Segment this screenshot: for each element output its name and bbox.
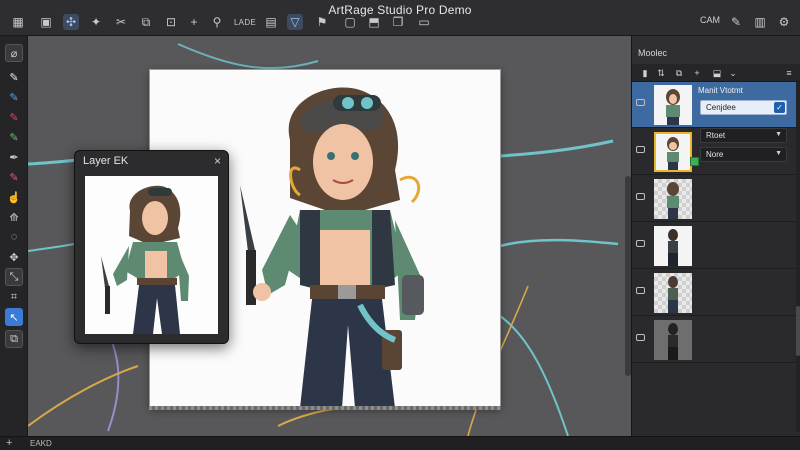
window-icon[interactable]: ▭ <box>416 14 432 30</box>
layer-merge-icon[interactable]: ⬓ <box>710 67 724 79</box>
move-tool-icon[interactable]: ✥ <box>5 248 23 266</box>
smudge-tool-icon[interactable]: ☝ <box>5 188 23 206</box>
layer-thumbnail <box>654 179 692 219</box>
close-icon[interactable]: × <box>214 154 221 168</box>
screen-icon[interactable]: ▢ <box>342 14 358 30</box>
status-text: EAKD <box>30 439 52 448</box>
visibility-icon[interactable] <box>636 193 645 200</box>
filter-icon[interactable]: ▽ <box>287 14 303 30</box>
blend-mode-dropdown[interactable]: Cenjdee ✓ <box>700 100 787 115</box>
fill-tool-icon[interactable]: ⟰ <box>5 208 23 226</box>
reference-window-title: Layer EK <box>83 155 129 167</box>
blend-mode-value: Nore <box>706 150 724 159</box>
panel-menu-icon[interactable]: ≡ <box>782 67 796 79</box>
blend-mode-dropdown[interactable]: Rtoet ▼ <box>700 128 787 143</box>
cam-label[interactable]: CAM <box>700 15 720 25</box>
transform-tool-icon[interactable]: ⧉ <box>5 330 23 348</box>
scissors-icon[interactable]: ✂ <box>113 14 129 30</box>
chevron-down-icon: ▼ <box>775 131 782 138</box>
grid-icon[interactable]: ▤ <box>263 14 279 30</box>
crayon-tool-icon[interactable]: ✎ <box>5 108 23 126</box>
layer-add-icon[interactable]: + <box>690 67 704 79</box>
layer-row[interactable] <box>632 223 797 269</box>
eraser-tool-icon[interactable]: ⌀ <box>5 44 23 62</box>
brush-tool-icon[interactable]: ✎ <box>5 128 23 146</box>
layer-row[interactable]: Manit Vtotmt Cenjdee ✓ <box>632 82 797 128</box>
add-icon[interactable]: + <box>6 437 12 449</box>
visibility-icon[interactable] <box>636 99 645 106</box>
pointer-tool-icon[interactable]: ↖ <box>5 308 23 326</box>
new-file-icon[interactable]: ▣ <box>38 14 54 30</box>
layer-color-tag <box>690 157 699 166</box>
app-menu-icon[interactable]: ▦ <box>10 14 26 30</box>
blend-mode-value: Rtoet <box>706 131 726 140</box>
selection-tool-icon[interactable]: ⤡ <box>5 268 23 286</box>
copy-icon[interactable]: ❐ <box>390 14 406 30</box>
app-window: ArtRage Studio Pro Demo ▦ ▣ ✣ ✦ ✂ ⧉ ⊡ + … <box>0 0 800 450</box>
lasso-tool-icon[interactable]: ◌ <box>5 228 23 246</box>
visibility-icon[interactable] <box>636 240 645 247</box>
stack-icon[interactable]: ⬒ <box>366 14 382 30</box>
layer-panel-title: Moolec <box>638 48 668 58</box>
crop-icon[interactable]: ⊡ <box>163 14 179 30</box>
layer-panel-scrollbar[interactable] <box>796 82 800 432</box>
layer-sort-icon[interactable]: ⇅ <box>654 67 668 79</box>
layer-thumbnail <box>654 273 692 313</box>
crop-tool-icon[interactable]: ⌗ <box>5 288 23 306</box>
layer-thumbnail <box>654 226 692 266</box>
settings-icon[interactable]: ⚙ <box>776 14 792 30</box>
status-bar: + EAKD <box>0 436 800 450</box>
visibility-icon[interactable] <box>636 146 645 153</box>
layer-row[interactable]: Rtoet ▼ Nore ▼ <box>632 128 797 175</box>
layer-name[interactable]: Manit Vtotmt <box>698 86 743 95</box>
chevron-down-icon[interactable]: ⌄ <box>726 67 740 79</box>
checkmark-icon: ✓ <box>774 102 785 113</box>
add-icon[interactable]: + <box>186 14 202 30</box>
layer-group-icon[interactable]: ⧉ <box>672 67 686 79</box>
layer-row[interactable] <box>632 270 797 316</box>
layer-panel-header: Moolec <box>632 36 800 64</box>
eyedropper-icon[interactable]: ✎ <box>728 14 744 30</box>
visibility-icon[interactable] <box>636 334 645 341</box>
layer-thumbnail <box>654 132 692 172</box>
pencil-tool-icon[interactable]: ✎ <box>5 68 23 86</box>
sparkle-icon[interactable]: ✦ <box>88 14 104 30</box>
blend-mode-dropdown[interactable]: Nore ▼ <box>700 147 787 162</box>
airbrush-tool-icon[interactable]: ✎ <box>5 168 23 186</box>
layer-thumbnail <box>654 320 692 360</box>
visibility-icon[interactable] <box>636 287 645 294</box>
magnify-icon[interactable]: ⚲ <box>209 14 225 30</box>
blend-mode-value: Cenjdee <box>706 103 736 112</box>
flag-icon[interactable]: ⚑ <box>314 14 330 30</box>
scrollbar-thumb[interactable] <box>796 306 800 356</box>
reference-window[interactable]: Layer EK × <box>74 150 229 344</box>
canvas-edge <box>149 406 501 410</box>
title-toolbar: ArtRage Studio Pro Demo ▦ ▣ ✣ ✦ ✂ ⧉ ⊡ + … <box>0 0 800 36</box>
layer-new-icon[interactable]: ▮ <box>638 67 652 79</box>
marker-tool-icon[interactable]: ✎ <box>5 88 23 106</box>
canvas-stage[interactable]: Layer EK × <box>28 36 631 436</box>
layer-thumbnail <box>654 85 692 125</box>
transform-icon[interactable]: ✣ <box>63 14 79 30</box>
layer-panel: Moolec ▮ ⇅ ⧉ + ⬓ ⌄ ≡ Manit Vtotmt Cenjde… <box>631 36 800 436</box>
layer-row[interactable] <box>632 317 797 363</box>
lade-button[interactable]: LADE <box>231 14 259 30</box>
bookmark-icon[interactable]: ▥ <box>752 14 768 30</box>
reference-image <box>85 176 218 334</box>
layer-row[interactable] <box>632 176 797 222</box>
layers-icon[interactable]: ⧉ <box>138 14 154 30</box>
chevron-down-icon: ▼ <box>775 150 782 157</box>
tool-rail: ⌀ ✎ ✎ ✎ ✎ ✒ ✎ ☝ ⟰ ◌ ✥ ⤡ ⌗ ↖ ⧉ <box>0 36 28 436</box>
layer-panel-toolbar: ▮ ⇅ ⧉ + ⬓ ⌄ ≡ <box>632 64 800 82</box>
pen-tool-icon[interactable]: ✒ <box>5 148 23 166</box>
